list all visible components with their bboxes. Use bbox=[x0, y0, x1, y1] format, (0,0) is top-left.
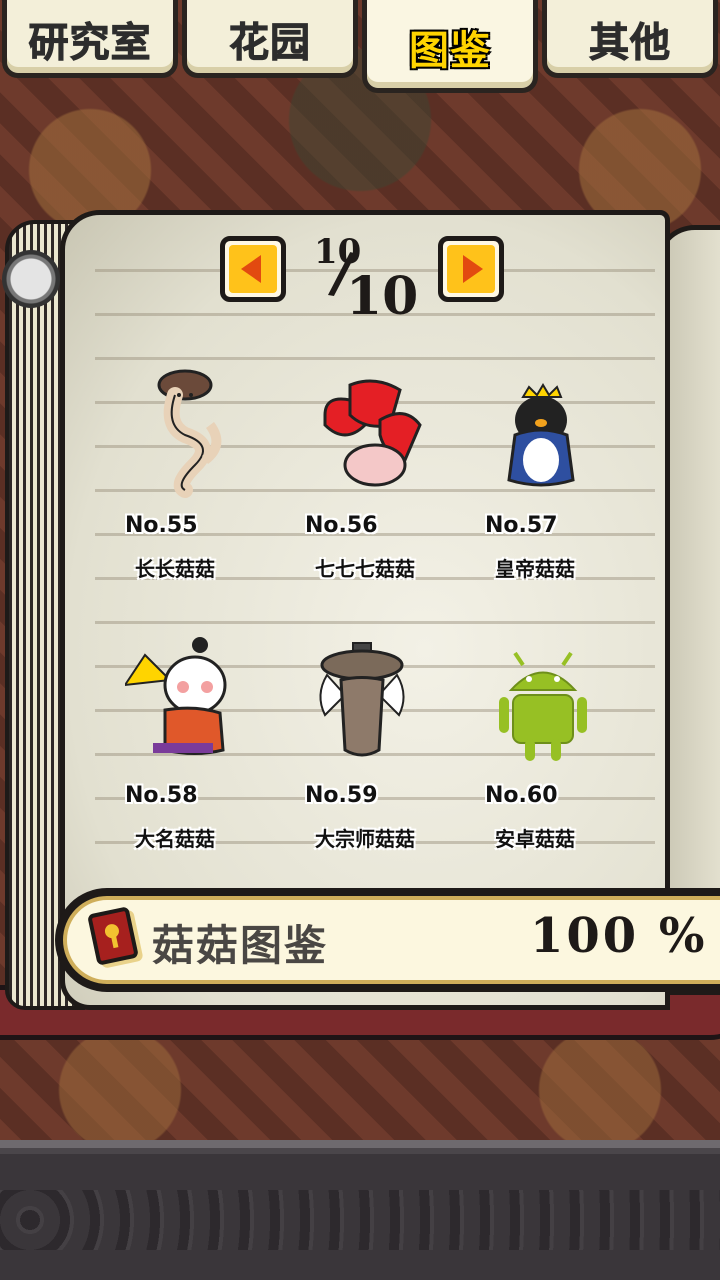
collection-title: 菇菇图鉴 bbox=[152, 921, 329, 970]
mushroom-entry-58[interactable]: No.58 大名菇菇 bbox=[125, 635, 305, 865]
entry-name: 七七七菇菇 bbox=[315, 557, 415, 581]
entry-name: 大名菇菇 bbox=[135, 827, 215, 851]
entry-name: 安卓菇菇 bbox=[495, 827, 575, 851]
daimyo-mushroom-icon bbox=[125, 637, 227, 755]
prev-page-button[interactable] bbox=[220, 236, 286, 302]
mushroom-entry-56[interactable]: No.56 七七七菇菇 bbox=[305, 365, 485, 595]
entry-number: No.60 bbox=[485, 783, 558, 808]
tab-lab[interactable]: 研究室 bbox=[2, 0, 178, 78]
entry-name: 大宗师菇菇 bbox=[315, 827, 415, 851]
mushroom-entry-55[interactable]: No.55 长长菇菇 bbox=[125, 365, 305, 595]
triple-seven-mushroom-icon bbox=[323, 379, 422, 487]
tab-lab-label: 研究室 bbox=[28, 20, 152, 67]
tab-other[interactable]: 其他 bbox=[542, 0, 718, 78]
entry-number: No.57 bbox=[485, 513, 558, 538]
emperor-penguin-mushroom-icon bbox=[507, 383, 575, 487]
next-page-button[interactable] bbox=[438, 236, 504, 302]
top-tab-bar: 研究室 花园 图鉴 其他 bbox=[0, 0, 720, 95]
entry-number: No.59 bbox=[305, 783, 378, 808]
tab-encyclopedia[interactable]: 图鉴 bbox=[362, 0, 538, 93]
android-mushroom-icon bbox=[499, 651, 587, 761]
total-pages: 10 bbox=[346, 266, 419, 327]
collection-percent: 100 % bbox=[530, 908, 708, 964]
mushroom-entry-57[interactable]: No.57 皇帝菇菇 bbox=[485, 365, 665, 595]
page-indicator: 10 / 10 bbox=[314, 232, 419, 327]
tab-other-label: 其他 bbox=[589, 20, 671, 67]
tab-garden-label: 花园 bbox=[229, 20, 311, 67]
grandmaster-mushroom-icon bbox=[319, 642, 405, 757]
mushroom-entry-59[interactable]: No.59 大宗师菇菇 bbox=[305, 635, 485, 865]
tab-encyclopedia-label: 图鉴 bbox=[409, 27, 491, 74]
entry-name: 长长菇菇 bbox=[135, 557, 215, 581]
entry-number: No.58 bbox=[125, 783, 198, 808]
entry-number: No.55 bbox=[125, 513, 198, 538]
bookmark-knob[interactable] bbox=[2, 250, 60, 308]
right-arrow-icon bbox=[463, 255, 483, 283]
tab-garden[interactable]: 花园 bbox=[182, 0, 358, 78]
entry-number: No.56 bbox=[305, 513, 378, 538]
left-arrow-icon bbox=[241, 255, 261, 283]
entry-name: 皇帝菇菇 bbox=[495, 557, 575, 581]
floor-ornament bbox=[0, 1190, 720, 1250]
long-mushroom-icon bbox=[157, 369, 222, 498]
mushroom-entry-60[interactable]: No.60 安卓菇菇 bbox=[485, 635, 665, 865]
